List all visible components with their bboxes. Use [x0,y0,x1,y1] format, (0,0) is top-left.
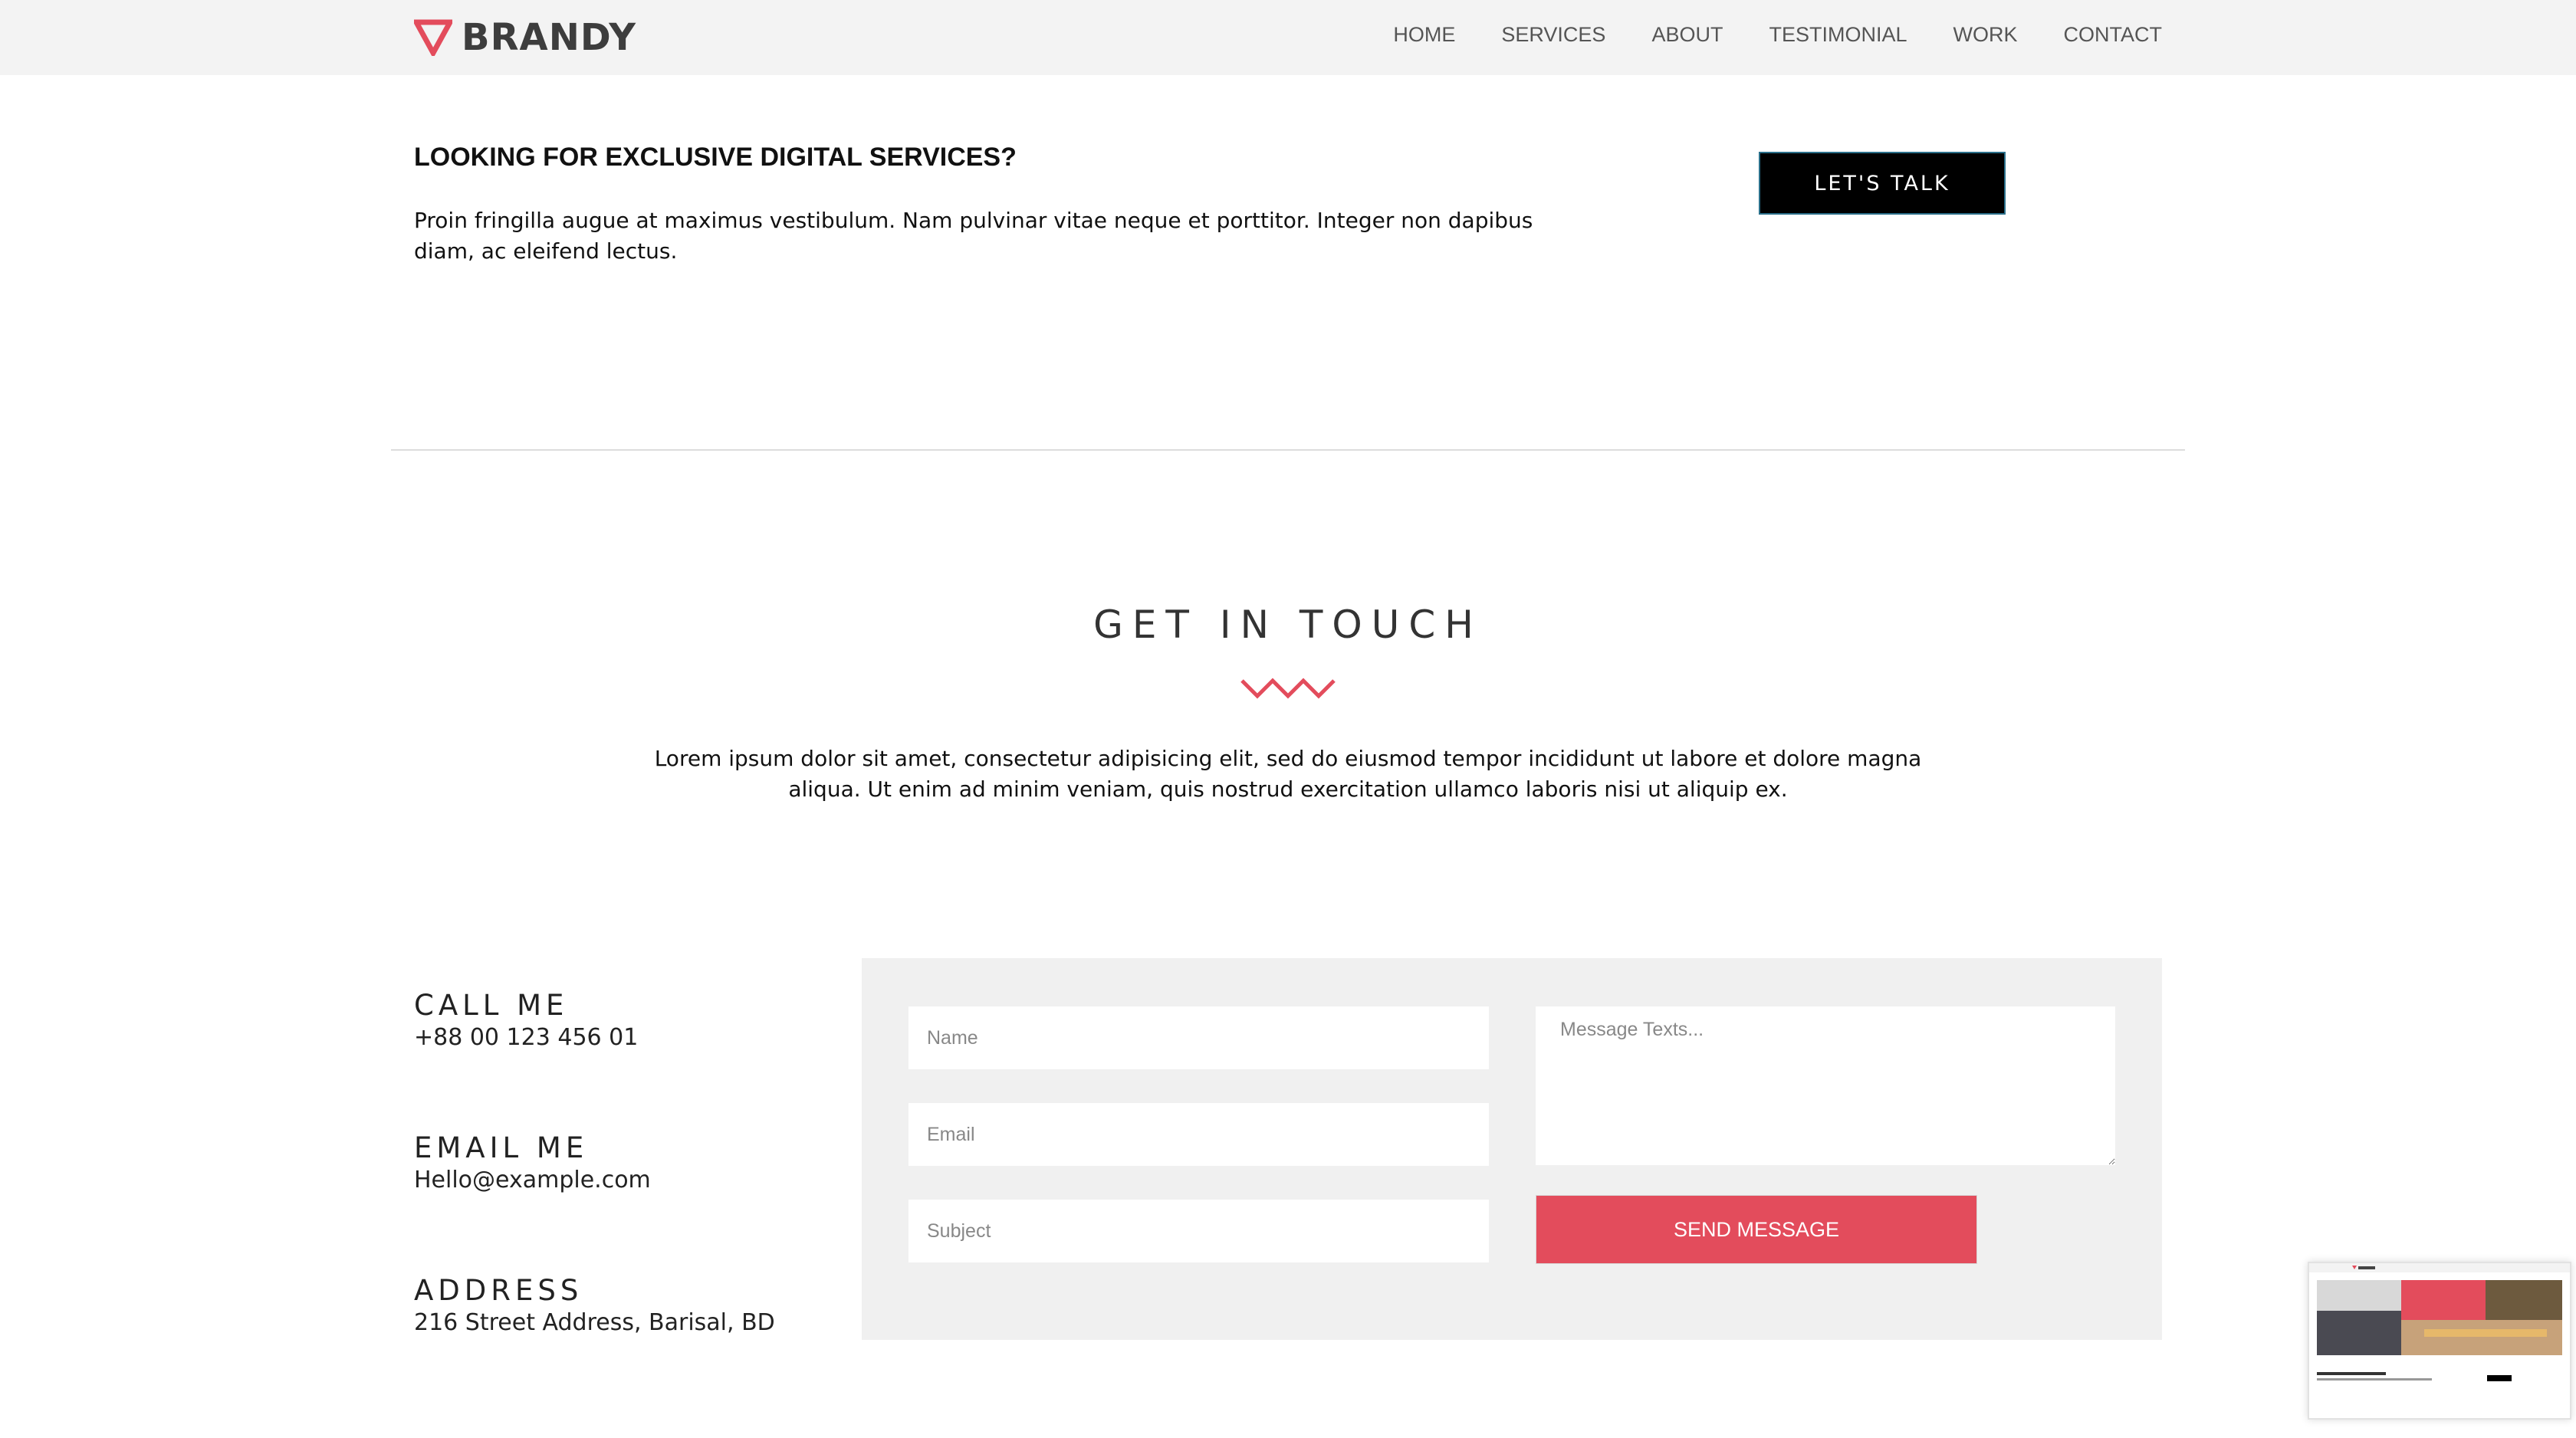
section-divider [391,449,2185,451]
contact-form: SEND MESSAGE [862,958,2162,1340]
nav-testimonial[interactable]: TESTIMONIAL [1769,23,1907,47]
nav-home[interactable]: HOME [1393,23,1455,47]
brand-logo[interactable]: BRANDY [414,16,636,59]
contact-intro: Lorem ipsum dolor sit amet, consectetur … [654,746,1922,802]
call-me-label: CALL ME [414,989,569,1022]
subject-input[interactable] [909,1200,1489,1262]
main-nav: HOME SERVICES ABOUT TESTIMONIAL WORK CON… [1347,23,2162,47]
promo-heading: LOOKING FOR EXCLUSIVE DIGITAL SERVICES? [414,143,1017,172]
lets-talk-button[interactable]: LET'S TALK [1759,152,2006,215]
send-message-button[interactable]: SEND MESSAGE [1536,1195,1977,1264]
email-address: Hello@example.com [414,1167,651,1193]
email-me-label: EMAIL ME [414,1131,589,1164]
street-address: 216 Street Address, Barisal, BD [414,1309,775,1336]
email-input[interactable] [909,1103,1489,1166]
nav-services[interactable]: SERVICES [1501,23,1605,47]
promo-description: Proin fringilla augue at maximus vestibu… [414,208,1533,264]
triangle-logo-icon [414,19,452,56]
name-input[interactable] [909,1006,1489,1069]
zigzag-divider-icon [1240,678,1336,699]
page-preview-thumbnail[interactable] [2308,1262,2571,1420]
top-navbar: BRANDY HOME SERVICES ABOUT TESTIMONIAL W… [0,0,2576,75]
phone-number: +88 00 123 456 01 [414,1024,639,1051]
brand-name: BRANDY [462,16,636,59]
nav-about[interactable]: ABOUT [1651,23,1723,47]
message-textarea[interactable] [1536,1006,2115,1165]
contact-section-title: GET IN TOUCH [1093,602,1483,647]
preview-image [2309,1263,2570,1418]
nav-contact[interactable]: CONTACT [2064,23,2163,47]
address-label: ADDRESS [414,1274,583,1307]
nav-work[interactable]: WORK [1953,23,2018,47]
